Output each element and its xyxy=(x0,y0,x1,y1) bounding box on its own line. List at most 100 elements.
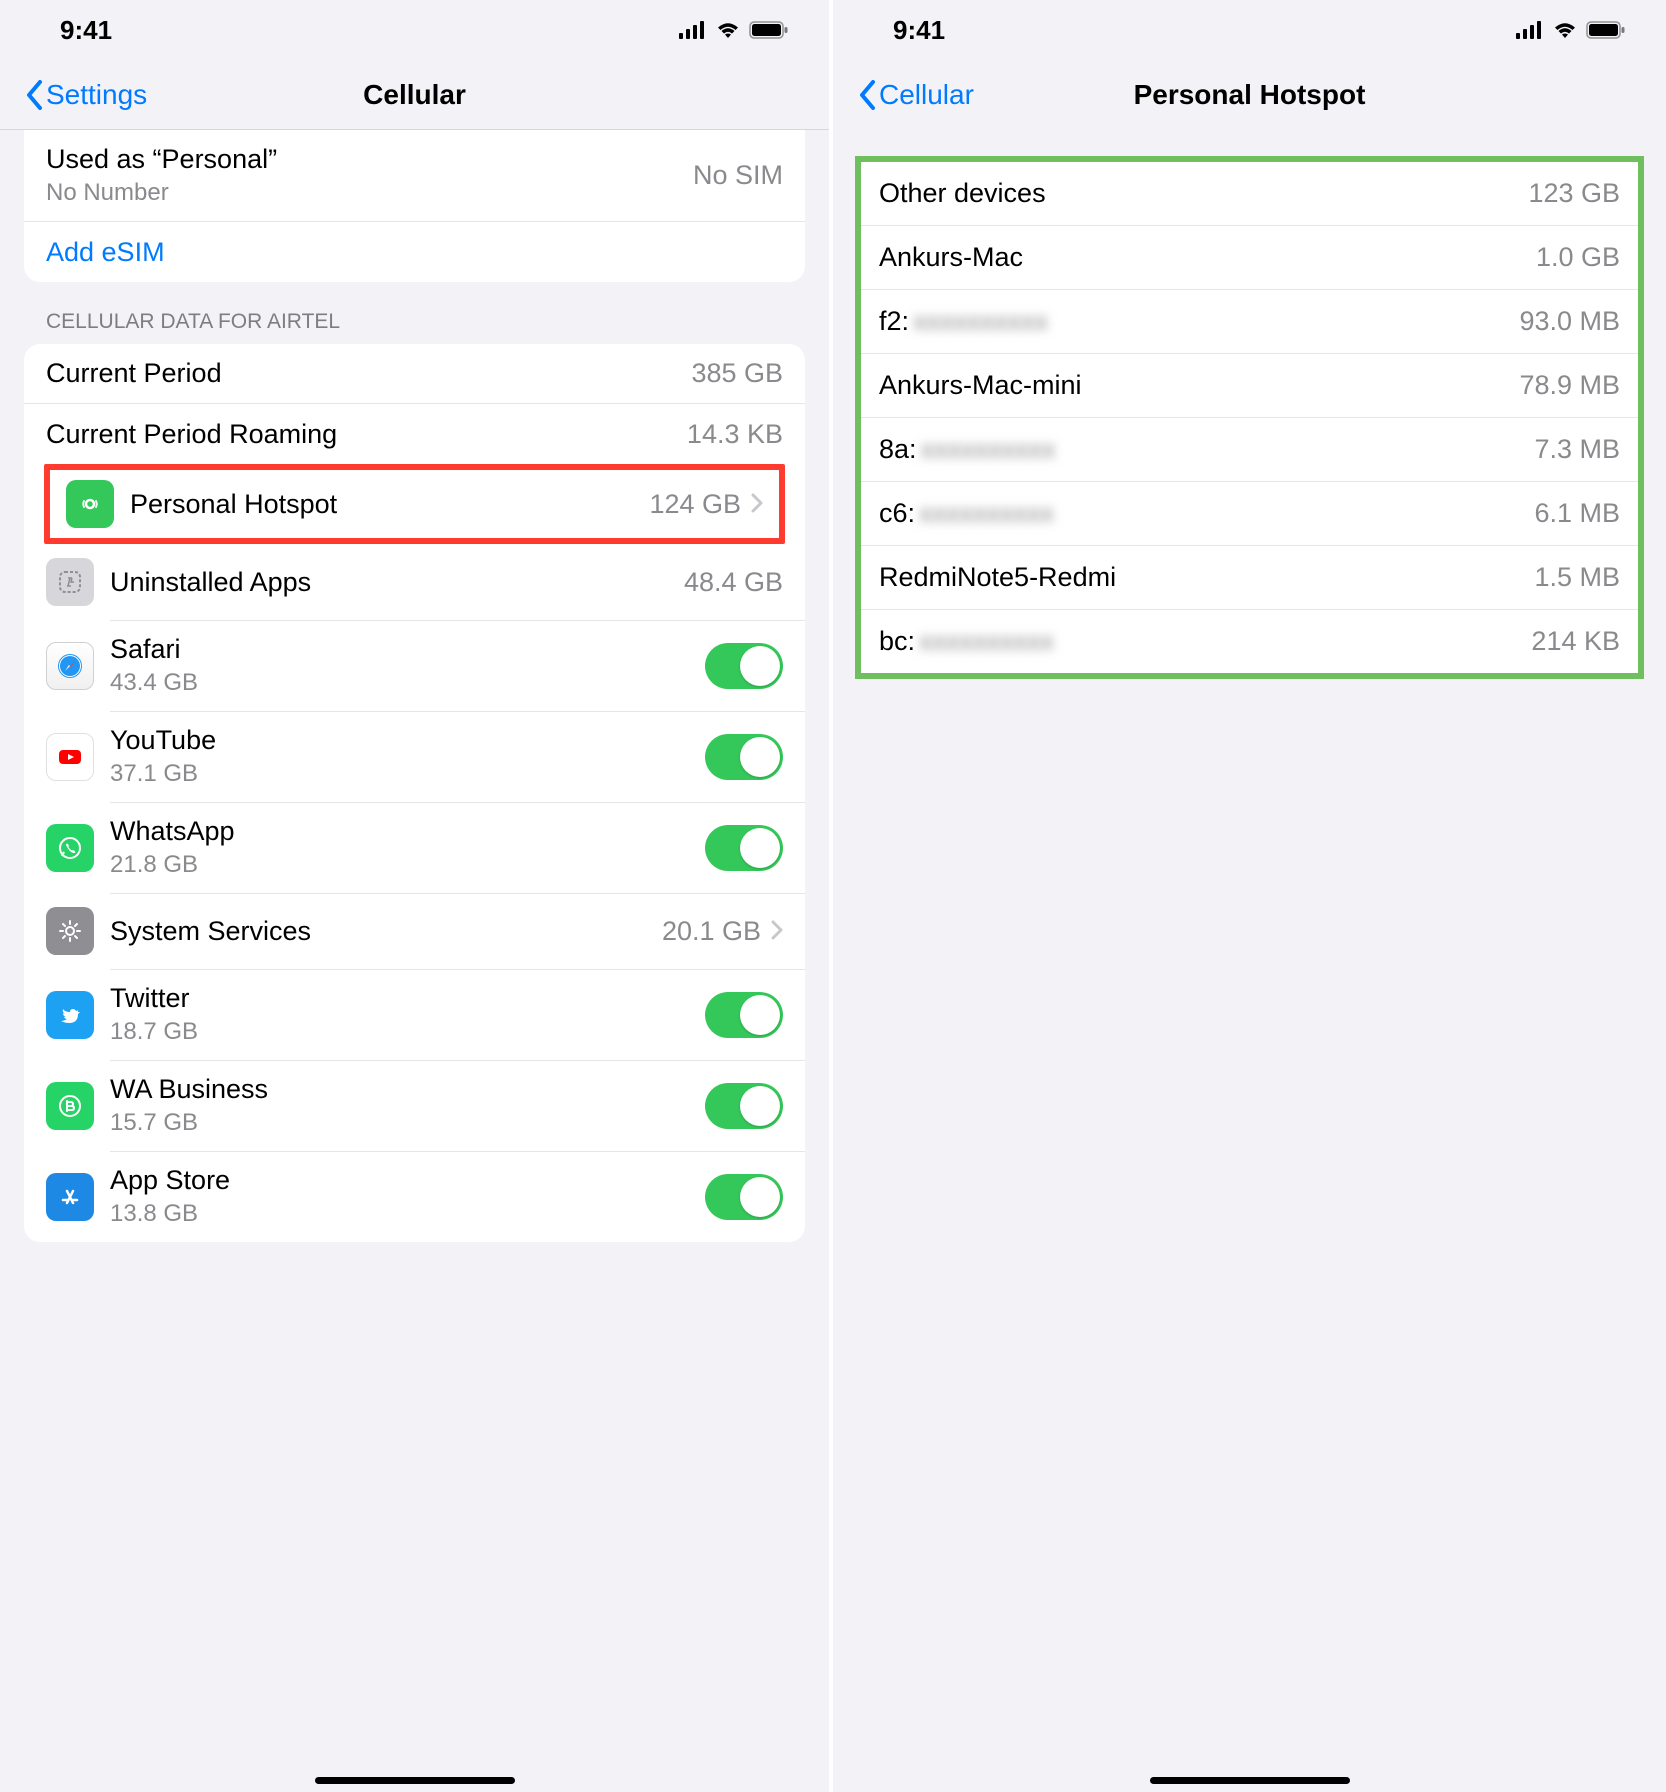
app-usage: 18.7 GB xyxy=(110,1018,689,1046)
current-period-roaming-row: Current Period Roaming 14.3 KB xyxy=(24,404,805,464)
app-toggle[interactable] xyxy=(705,734,783,780)
status-time: 9:41 xyxy=(60,15,112,46)
hotspot-label: Personal Hotspot xyxy=(130,489,633,520)
app-row[interactable]: WA Business 15.7 GB xyxy=(24,1060,805,1151)
current-period-roaming-value: 14.3 KB xyxy=(687,419,783,450)
device-usage: 214 KB xyxy=(1531,626,1620,657)
back-label: Settings xyxy=(46,79,147,111)
page-title: Cellular xyxy=(363,79,466,111)
signal-icon xyxy=(679,15,707,46)
app-toggle[interactable] xyxy=(705,992,783,1038)
highlight-hotspot: Personal Hotspot 124 GB xyxy=(44,464,785,544)
device-usage: 1.0 GB xyxy=(1536,242,1620,273)
device-mac-redacted: xxxxxxxxxx xyxy=(919,498,1054,529)
app-row[interactable]: YouTube 37.1 GB xyxy=(24,711,805,802)
device-usage: 78.9 MB xyxy=(1519,370,1620,401)
device-mac-redacted: xxxxxxxxxx xyxy=(921,434,1056,465)
battery-icon xyxy=(1586,15,1626,46)
current-period-label: Current Period xyxy=(46,358,675,389)
back-label: Cellular xyxy=(879,79,974,111)
uninstalled-icon xyxy=(46,558,94,606)
app-row[interactable]: App Store13.8 GB xyxy=(24,1151,805,1242)
personal-hotspot-row[interactable]: Personal Hotspot 124 GB xyxy=(50,470,779,538)
app-toggle[interactable] xyxy=(705,825,783,871)
app-usage: 15.7 GB xyxy=(110,1109,689,1137)
twitter-icon xyxy=(46,991,94,1039)
nav-header: Cellular Personal Hotspot xyxy=(833,60,1666,130)
home-indicator[interactable] xyxy=(315,1777,515,1784)
add-esim-link: Add eSIM xyxy=(46,237,165,268)
app-name: Safari xyxy=(110,634,689,665)
device-usage: 1.5 MB xyxy=(1534,562,1620,593)
uninstalled-apps-row[interactable]: Uninstalled Apps 48.4 GB xyxy=(24,544,805,620)
hotspot-value: 124 GB xyxy=(649,489,741,520)
device-row: c6:xxxxxxxxxx 6.1 MB xyxy=(861,482,1638,546)
device-row: RedmiNote5-Redmi 1.5 MB xyxy=(861,546,1638,610)
cellular-data-section: Current Period 385 GB Current Period Roa… xyxy=(24,344,805,1242)
content-area: Used as “Personal” No Number No SIM Add … xyxy=(0,130,829,1792)
phone-screen-hotspot: 9:41 Cellular Personal Hotspot Other dev… xyxy=(833,0,1666,1792)
current-period-roaming-label: Current Period Roaming xyxy=(46,419,671,450)
system-services-label: System Services xyxy=(110,916,646,947)
device-usage: 7.3 MB xyxy=(1534,434,1620,465)
current-period-row: Current Period 385 GB xyxy=(24,344,805,404)
highlight-devices: Other devices123 GBAnkurs-Mac1.0 GBf2:xx… xyxy=(855,156,1644,679)
device-mac-redacted: xxxxxxxxxx xyxy=(913,306,1048,337)
add-esim-row[interactable]: Add eSIM xyxy=(24,222,805,282)
nav-header: Settings Cellular xyxy=(0,60,829,130)
status-bar: 9:41 xyxy=(0,0,829,60)
gear-icon xyxy=(46,907,94,955)
chevron-left-icon xyxy=(24,78,44,112)
device-usage: 123 GB xyxy=(1528,178,1620,209)
app-usage: 43.4 GB xyxy=(110,669,689,697)
app-usage: 21.8 GB xyxy=(110,851,689,879)
sim-label-sub: No Number xyxy=(46,179,677,207)
sim-row[interactable]: Used as “Personal” No Number No SIM xyxy=(24,130,805,222)
device-name: Ankurs-Mac xyxy=(879,242,1520,273)
whatsapp-icon xyxy=(46,824,94,872)
signal-icon xyxy=(1516,15,1544,46)
app-toggle[interactable] xyxy=(705,643,783,689)
wifi-icon xyxy=(1552,15,1578,46)
app-usage: 13.8 GB xyxy=(110,1200,689,1228)
uninstalled-value: 48.4 GB xyxy=(684,567,783,598)
device-name: 8a:xxxxxxxxxx xyxy=(879,434,1518,465)
content-area: Other devices123 GBAnkurs-Mac1.0 GBf2:xx… xyxy=(833,130,1666,1792)
device-name: Other devices xyxy=(879,178,1512,209)
wa-business-icon xyxy=(46,1082,94,1130)
app-toggle[interactable] xyxy=(705,1083,783,1129)
app-name: YouTube xyxy=(110,725,689,756)
section-header-cellular-data: CELLULAR DATA FOR AIRTEL xyxy=(46,310,783,334)
device-name: RedmiNote5-Redmi xyxy=(879,562,1518,593)
app-name: WA Business xyxy=(110,1074,689,1105)
device-name: c6:xxxxxxxxxx xyxy=(879,498,1518,529)
app-usage: 37.1 GB xyxy=(110,760,689,788)
back-button[interactable]: Cellular xyxy=(857,78,974,112)
sim-card-section: Used as “Personal” No Number No SIM Add … xyxy=(24,130,805,282)
app-toggle[interactable] xyxy=(705,1174,783,1220)
device-name: bc:xxxxxxxxxx xyxy=(879,626,1515,657)
status-time: 9:41 xyxy=(893,15,945,46)
safari-icon xyxy=(46,642,94,690)
app-row[interactable]: Safari 43.4 GB xyxy=(24,620,805,711)
hotspot-icon xyxy=(66,480,114,528)
device-mac-redacted: xxxxxxxxxx xyxy=(919,626,1054,657)
device-row: 8a:xxxxxxxxxx 7.3 MB xyxy=(861,418,1638,482)
app-row[interactable]: Twitter 18.7 GB xyxy=(24,969,805,1060)
chevron-right-icon xyxy=(751,488,763,520)
app-list: Uninstalled Apps 48.4 GB Safari 43.4 GB Yo… xyxy=(24,544,805,1242)
status-indicators xyxy=(679,15,789,46)
device-usage: 6.1 MB xyxy=(1534,498,1620,529)
youtube-icon xyxy=(46,733,94,781)
sim-state: No SIM xyxy=(693,160,783,191)
app-row[interactable]: WhatsApp21.8 GB xyxy=(24,802,805,893)
app-name: Twitter xyxy=(110,983,689,1014)
device-row: Ankurs-Mac 1.0 GB xyxy=(861,226,1638,290)
back-button[interactable]: Settings xyxy=(24,78,147,112)
system-services-row[interactable]: System Services 20.1 GB xyxy=(24,893,805,969)
current-period-value: 385 GB xyxy=(691,358,783,389)
uninstalled-label: Uninstalled Apps xyxy=(110,567,668,598)
system-services-value: 20.1 GB xyxy=(662,916,761,947)
status-bar: 9:41 xyxy=(833,0,1666,60)
home-indicator[interactable] xyxy=(1150,1777,1350,1784)
